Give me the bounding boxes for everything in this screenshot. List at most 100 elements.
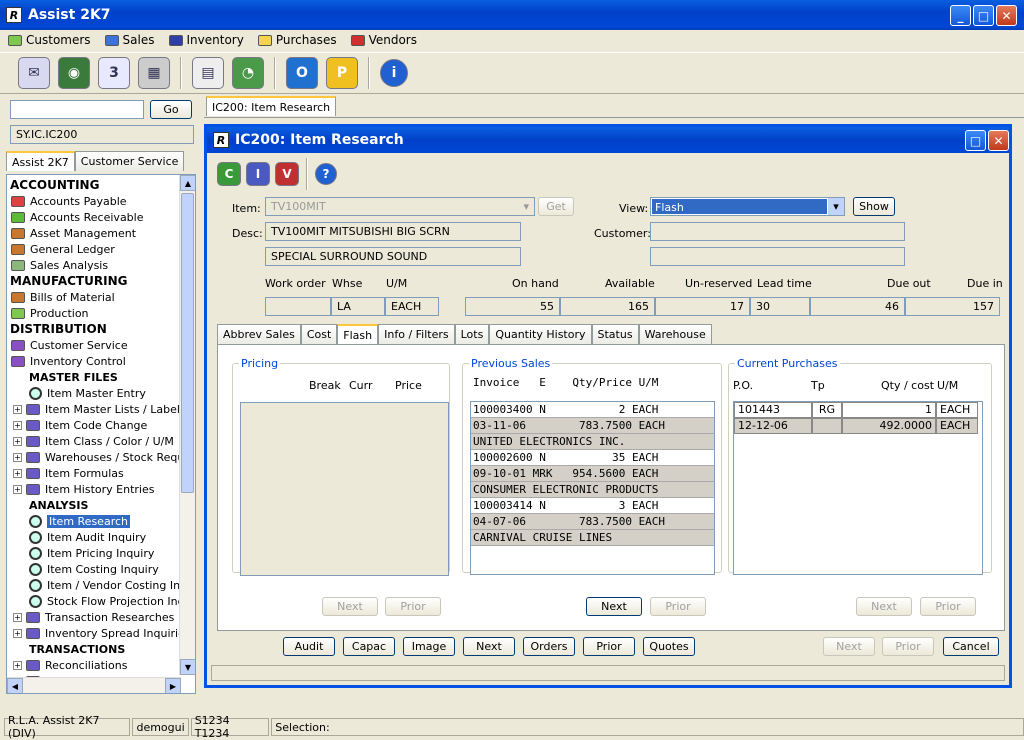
- tree-item[interactable]: Item Costing Inquiry: [7, 561, 179, 577]
- mail-icon[interactable]: ✉: [18, 57, 50, 89]
- sales-row[interactable]: CARNIVAL CRUISE LINES: [471, 530, 714, 546]
- expand-icon[interactable]: +: [13, 612, 22, 622]
- maximize-button[interactable]: □: [973, 5, 994, 26]
- tree-item[interactable]: Sales Analysis: [7, 257, 179, 273]
- tree-item[interactable]: Production: [7, 305, 179, 321]
- tree-item[interactable]: Item Audit Inquiry: [7, 529, 179, 545]
- sales-prior-button[interactable]: Prior: [650, 597, 706, 616]
- tab-lots[interactable]: Lots: [454, 324, 490, 344]
- search-input[interactable]: [10, 100, 144, 119]
- i-icon[interactable]: I: [246, 162, 270, 186]
- scroll-thumb[interactable]: [181, 193, 194, 493]
- pricing-prior-button[interactable]: Prior: [385, 597, 441, 616]
- go-button[interactable]: Go: [150, 100, 192, 119]
- tree-item[interactable]: + Warehouses / Stock Reque: [7, 449, 179, 465]
- show-button[interactable]: Show: [853, 197, 895, 216]
- scroll-right-button[interactable]: ▶: [165, 678, 181, 693]
- expand-icon[interactable]: +: [13, 404, 22, 414]
- sales-row[interactable]: CONSUMER ELECTRONIC PRODUCTS: [471, 482, 714, 498]
- pricing-list[interactable]: [240, 402, 449, 576]
- chevron-down-icon[interactable]: ▾: [523, 200, 529, 213]
- window-maximize-button[interactable]: □: [965, 130, 986, 151]
- sales-row[interactable]: UNITED ELECTRONICS INC.: [471, 434, 714, 450]
- tree-vertical-scrollbar[interactable]: ▲ ▼: [179, 175, 195, 675]
- tree-item[interactable]: + Item Formulas: [7, 465, 179, 481]
- chevron-down-icon[interactable]: ▾: [828, 198, 844, 215]
- menu-sales[interactable]: Sales: [104, 33, 155, 47]
- expand-icon[interactable]: +: [13, 484, 22, 494]
- menu-vendors[interactable]: Vendors: [350, 33, 417, 47]
- tree-item[interactable]: General Ledger: [7, 241, 179, 257]
- view-select[interactable]: Flash ▾: [650, 197, 845, 216]
- minimize-button[interactable]: _: [950, 5, 971, 26]
- tree-item[interactable]: Item / Vendor Costing Inqu: [7, 577, 179, 593]
- tab-cost[interactable]: Cost: [300, 324, 338, 344]
- tree-item[interactable]: + Item Class / Color / U/M: [7, 433, 179, 449]
- tab-customer-service[interactable]: Customer Service: [74, 151, 185, 171]
- globe-icon[interactable]: ◉: [58, 57, 90, 89]
- chart-icon[interactable]: ◔: [232, 57, 264, 89]
- tab-info-filters[interactable]: Info / Filters: [378, 324, 455, 344]
- tree-item[interactable]: Accounts Payable: [7, 193, 179, 209]
- tree-item[interactable]: + Item Master Lists / Labels: [7, 401, 179, 417]
- item-field[interactable]: TV100MIT ▾: [265, 197, 535, 216]
- outlook-icon[interactable]: O: [286, 57, 318, 89]
- sales-row[interactable]: 09-10-01 MRK 954.5600 EACH: [471, 466, 714, 482]
- tab-warehouse[interactable]: Warehouse: [638, 324, 712, 344]
- tree-item[interactable]: Accounts Receivable: [7, 209, 179, 225]
- tree-item[interactable]: Bills of Material: [7, 289, 179, 305]
- tree-item[interactable]: + Item History Entries: [7, 481, 179, 497]
- prior-button[interactable]: Prior: [583, 637, 635, 656]
- sales-row[interactable]: 100003414 N 3 EACH: [471, 498, 714, 514]
- expand-icon[interactable]: +: [13, 420, 22, 430]
- bottom-next-button[interactable]: Next: [823, 637, 875, 656]
- next-button[interactable]: Next: [463, 637, 515, 656]
- sales-row[interactable]: 03-11-06 783.7500 EACH: [471, 418, 714, 434]
- scroll-left-button[interactable]: ◀: [7, 678, 23, 693]
- purchase-row[interactable]: 12-12-06 492.0000 EACH: [734, 418, 982, 434]
- tab-abbrev-sales[interactable]: Abbrev Sales: [217, 324, 301, 344]
- info-icon[interactable]: i: [380, 59, 408, 87]
- close-button[interactable]: ✕: [996, 5, 1017, 26]
- purchase-row[interactable]: 101443 RG 1 EACH: [734, 402, 982, 418]
- quotes-button[interactable]: Quotes: [643, 637, 695, 656]
- orders-button[interactable]: Orders: [523, 637, 575, 656]
- tree-item[interactable]: Item Master Entry: [7, 385, 179, 401]
- scroll-down-button[interactable]: ▼: [180, 659, 195, 675]
- audit-button[interactable]: Audit: [283, 637, 335, 656]
- calendar-icon[interactable]: 3: [98, 57, 130, 89]
- calculator-icon[interactable]: ▦: [138, 57, 170, 89]
- tab-status[interactable]: Status: [591, 324, 639, 344]
- previous-sales-list[interactable]: 100003400 N 2 EACH 03-11-06 783.7500 EACH…: [470, 401, 715, 575]
- purchases-prior-button[interactable]: Prior: [920, 597, 976, 616]
- sales-row[interactable]: 100002600 N 35 EACH: [471, 450, 714, 466]
- tab-flash[interactable]: Flash: [337, 324, 379, 344]
- capac-button[interactable]: Capac: [343, 637, 395, 656]
- tree-item[interactable]: Stock Flow Projection Inqui: [7, 593, 179, 609]
- expand-icon[interactable]: +: [13, 660, 22, 670]
- sales-row[interactable]: 100003400 N 2 EACH: [471, 402, 714, 418]
- tree-item[interactable]: Item Research: [7, 513, 179, 529]
- sales-next-button[interactable]: Next: [586, 597, 642, 616]
- scroll-up-button[interactable]: ▲: [180, 175, 195, 191]
- sales-row[interactable]: 04-07-06 783.7500 EACH: [471, 514, 714, 530]
- tree-item[interactable]: Item Pricing Inquiry: [7, 545, 179, 561]
- window-close-button[interactable]: ✕: [988, 130, 1009, 151]
- customer-field[interactable]: [650, 222, 905, 241]
- tree-horizontal-scrollbar[interactable]: ◀ ▶: [7, 677, 181, 693]
- tab-ic200[interactable]: IC200: Item Research: [206, 96, 337, 116]
- c-icon[interactable]: C: [217, 162, 241, 186]
- expand-icon[interactable]: +: [13, 436, 22, 446]
- expand-icon[interactable]: +: [13, 628, 22, 638]
- tree-item[interactable]: Asset Management: [7, 225, 179, 241]
- document-icon[interactable]: ▤: [192, 57, 224, 89]
- tree-item[interactable]: + Transaction Researches: [7, 609, 179, 625]
- menu-inventory[interactable]: Inventory: [168, 33, 244, 47]
- tree-item[interactable]: + Item Code Change: [7, 417, 179, 433]
- tab-quantity-history[interactable]: Quantity History: [489, 324, 592, 344]
- current-purchases-list[interactable]: 101443 RG 1 EACH 12-12-06 492.0000 EACH: [733, 401, 983, 575]
- tab-assist-2k7[interactable]: Assist 2K7: [6, 151, 75, 171]
- menu-customers[interactable]: Customers: [8, 33, 91, 47]
- cancel-button[interactable]: Cancel: [943, 637, 999, 656]
- expand-icon[interactable]: +: [13, 468, 22, 478]
